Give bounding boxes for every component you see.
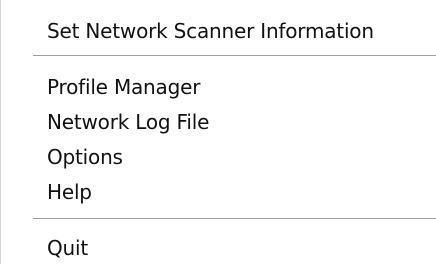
menu-separator	[33, 218, 436, 220]
menu-item-options[interactable]: Options	[47, 145, 123, 169]
menu-item-set-network-scanner-information[interactable]: Set Network Scanner Information	[47, 19, 374, 43]
menu-item-profile-manager[interactable]: Profile Manager	[47, 75, 200, 99]
menu-separator	[33, 55, 436, 57]
menu-item-network-log-file[interactable]: Network Log File	[47, 110, 209, 134]
menu-item-quit[interactable]: Quit	[47, 236, 88, 260]
menu-item-help[interactable]: Help	[47, 180, 92, 204]
context-menu: Set Network Scanner Information Profile …	[0, 0, 436, 264]
